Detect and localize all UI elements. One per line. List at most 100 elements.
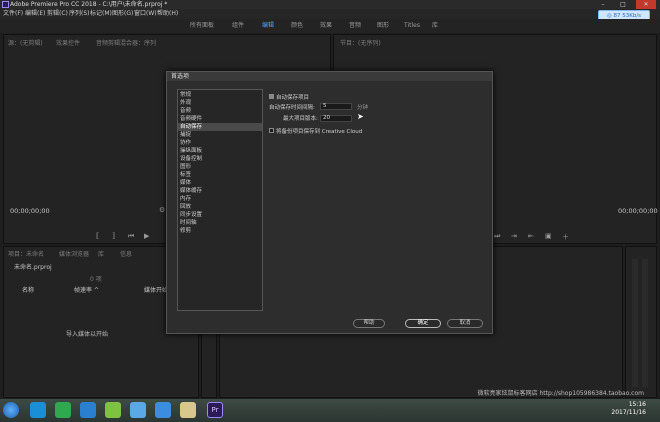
max-versions-input[interactable]: 20 [320, 115, 352, 122]
step-forward-icon[interactable]: ⏭ [494, 232, 500, 241]
menu-help[interactable]: 帮助(H) [157, 9, 178, 19]
start-button-icon[interactable] [3, 402, 19, 418]
ok-button[interactable]: 确定 [405, 319, 441, 328]
column-name[interactable]: 名称 [22, 285, 34, 294]
step-back-icon[interactable]: ⏮ [128, 232, 134, 241]
category-device-control[interactable]: 设备控制 [178, 155, 262, 163]
interval-input[interactable]: 5 [320, 103, 352, 110]
clock-time: 15:16 [628, 401, 646, 408]
menu-clip[interactable]: 剪辑(C) [47, 9, 68, 19]
tab-media-browser[interactable]: 媒体浏览器 [59, 249, 89, 258]
menu-marker[interactable]: 标记(M) [90, 9, 112, 19]
chat-app-icon[interactable] [55, 402, 71, 418]
workspace-tab-effects[interactable]: 效果 [320, 19, 332, 33]
watermark-text: 微软亮家炫鼠标客网店 http://shop105986384.taobao.c… [477, 390, 644, 397]
workspace-tab-titles[interactable]: Titles [404, 19, 420, 33]
category-sync-settings[interactable]: 同步设置 [178, 211, 262, 219]
project-item-count: 0 项 [90, 276, 102, 283]
category-general[interactable]: 常规 [178, 91, 262, 99]
menu-window[interactable]: 窗口(W) [134, 9, 157, 19]
mark-out-icon[interactable]: ⟧ [112, 232, 115, 240]
max-versions-label: 最大项目版本: [283, 116, 318, 122]
interval-unit: 分钟 [357, 105, 369, 111]
category-labels[interactable]: 标签 [178, 171, 262, 179]
category-audio-hardware[interactable]: 音频硬件 [178, 115, 262, 123]
cloud-app-icon[interactable] [130, 402, 146, 418]
workspace-tab-color[interactable]: 颜色 [291, 19, 303, 33]
audio-meters-panel [625, 246, 657, 398]
premiere-taskbar-icon[interactable]: Pr [207, 402, 223, 418]
dialog-title: 首选项 [167, 72, 492, 81]
tab-effect-controls[interactable]: 效果控件 [56, 38, 80, 47]
workspace-tab-all[interactable]: 所有面板 [190, 19, 214, 33]
export-frame-icon[interactable]: ▣ [545, 232, 552, 240]
category-media[interactable]: 媒体 [178, 179, 262, 187]
help-button[interactable]: 帮助 [353, 319, 385, 328]
category-capture[interactable]: 捕捉 [178, 131, 262, 139]
insert-icon[interactable]: ⇥ [511, 232, 517, 240]
category-control-surface[interactable]: 操纵面板 [178, 147, 262, 155]
workspace-tab-editing[interactable]: 编辑 [262, 19, 274, 33]
qq-browser-icon[interactable] [155, 402, 171, 418]
close-icon[interactable]: ✕ [636, 0, 656, 9]
menu-bar: 文件(F) 编辑(E) 剪辑(C) 序列(S) 标记(M) 图形(G) 窗口(W… [0, 9, 660, 19]
workspace-tabs: 所有面板 组件 编辑 颜色 效果 音频 图形 Titles 库 [0, 19, 660, 33]
autosave-checkbox[interactable] [269, 94, 274, 99]
audio-meter-right [642, 259, 648, 387]
import-media-hint[interactable]: 导入媒体以开始 [66, 329, 108, 338]
menu-file[interactable]: 文件(F) [3, 9, 23, 19]
source-timecode[interactable]: 00;00;00;00 [10, 207, 50, 215]
tab-project[interactable]: 项目：未命名 [8, 249, 44, 258]
workspace-tab-graphics[interactable]: 图形 [377, 19, 389, 33]
cloud-backup-checkbox[interactable] [269, 128, 274, 133]
menu-edit[interactable]: 编辑(E) [25, 9, 45, 19]
tab-libraries[interactable]: 库 [98, 249, 104, 258]
tab-audio-mixer[interactable]: 音频剪辑混合器：序列 [96, 38, 156, 47]
windows-taskbar [0, 399, 660, 422]
tab-program[interactable]: 节目：(无序列) [340, 38, 381, 47]
premiere-app-icon [2, 1, 9, 8]
category-playback[interactable]: 回放 [178, 203, 262, 211]
category-memory[interactable]: 内存 [178, 195, 262, 203]
media-player-icon[interactable] [30, 402, 46, 418]
mark-in-icon[interactable]: ⟦ [96, 232, 99, 240]
category-appearance[interactable]: 外观 [178, 99, 262, 107]
play-icon[interactable]: ▶ [144, 232, 149, 240]
cloud-backup-label: 将备份项目保存到 Creative Cloud [276, 129, 363, 135]
game-app-icon[interactable] [105, 402, 121, 418]
overwrite-icon[interactable]: ⇤ [528, 232, 534, 240]
preferences-category-list: 常规 外观 音频 音频硬件 自动保存 捕捉 协作 操纵面板 设备控制 图形 标签… [177, 89, 263, 311]
workspace-tab-audio[interactable]: 音频 [349, 19, 361, 33]
window-title: Adobe Premiere Pro CC 2018 - C:\用户\未命名.p… [10, 1, 168, 8]
column-frame-rate[interactable]: 帧速率 ^ [74, 285, 99, 294]
project-file-name: 未命名.prproj [14, 264, 52, 271]
browser-icon[interactable] [80, 402, 96, 418]
category-media-cache[interactable]: 媒体缓存 [178, 187, 262, 195]
button-editor-icon[interactable]: ＋ [562, 232, 569, 242]
tab-source[interactable]: 源：(无剪辑) [8, 38, 43, 47]
title-bar: Adobe Premiere Pro CC 2018 - C:\用户\未命名.p… [0, 0, 660, 9]
minimize-icon[interactable]: – [594, 0, 612, 9]
column-media-start[interactable]: 媒体开始 [144, 285, 168, 294]
preferences-dialog: 首选项 常规 外观 音频 音频硬件 自动保存 捕捉 协作 操纵面板 设备控制 图… [166, 71, 493, 334]
tab-info[interactable]: 信息 [120, 249, 132, 258]
program-timecode[interactable]: 00;00;00;00 [618, 207, 658, 215]
maximize-icon[interactable]: □ [614, 0, 632, 9]
workspace-tab-assembly[interactable]: 组件 [232, 19, 244, 33]
menu-graphics[interactable]: 图形(G) [112, 9, 133, 19]
menu-sequence[interactable]: 序列(S) [69, 9, 90, 19]
clock-date: 2017/11/16 [611, 409, 646, 416]
category-timeline[interactable]: 时间轴 [178, 219, 262, 227]
image-viewer-icon[interactable] [180, 402, 196, 418]
category-auto-save[interactable]: 自动保存 [178, 123, 262, 131]
category-audio[interactable]: 音频 [178, 107, 262, 115]
category-graphics[interactable]: 图形 [178, 163, 262, 171]
autosave-label: 自动保存项目 [276, 95, 310, 101]
category-collaboration[interactable]: 协作 [178, 139, 262, 147]
cancel-button[interactable]: 取消 [447, 319, 483, 328]
settings-wrench-icon[interactable]: ⚙ [159, 206, 165, 214]
audio-meter-left [632, 259, 638, 387]
system-clock: 15:16 2017/11/16 [611, 401, 646, 417]
category-trim[interactable]: 修剪 [178, 227, 262, 235]
workspace-tab-libraries[interactable]: 库 [432, 19, 438, 33]
